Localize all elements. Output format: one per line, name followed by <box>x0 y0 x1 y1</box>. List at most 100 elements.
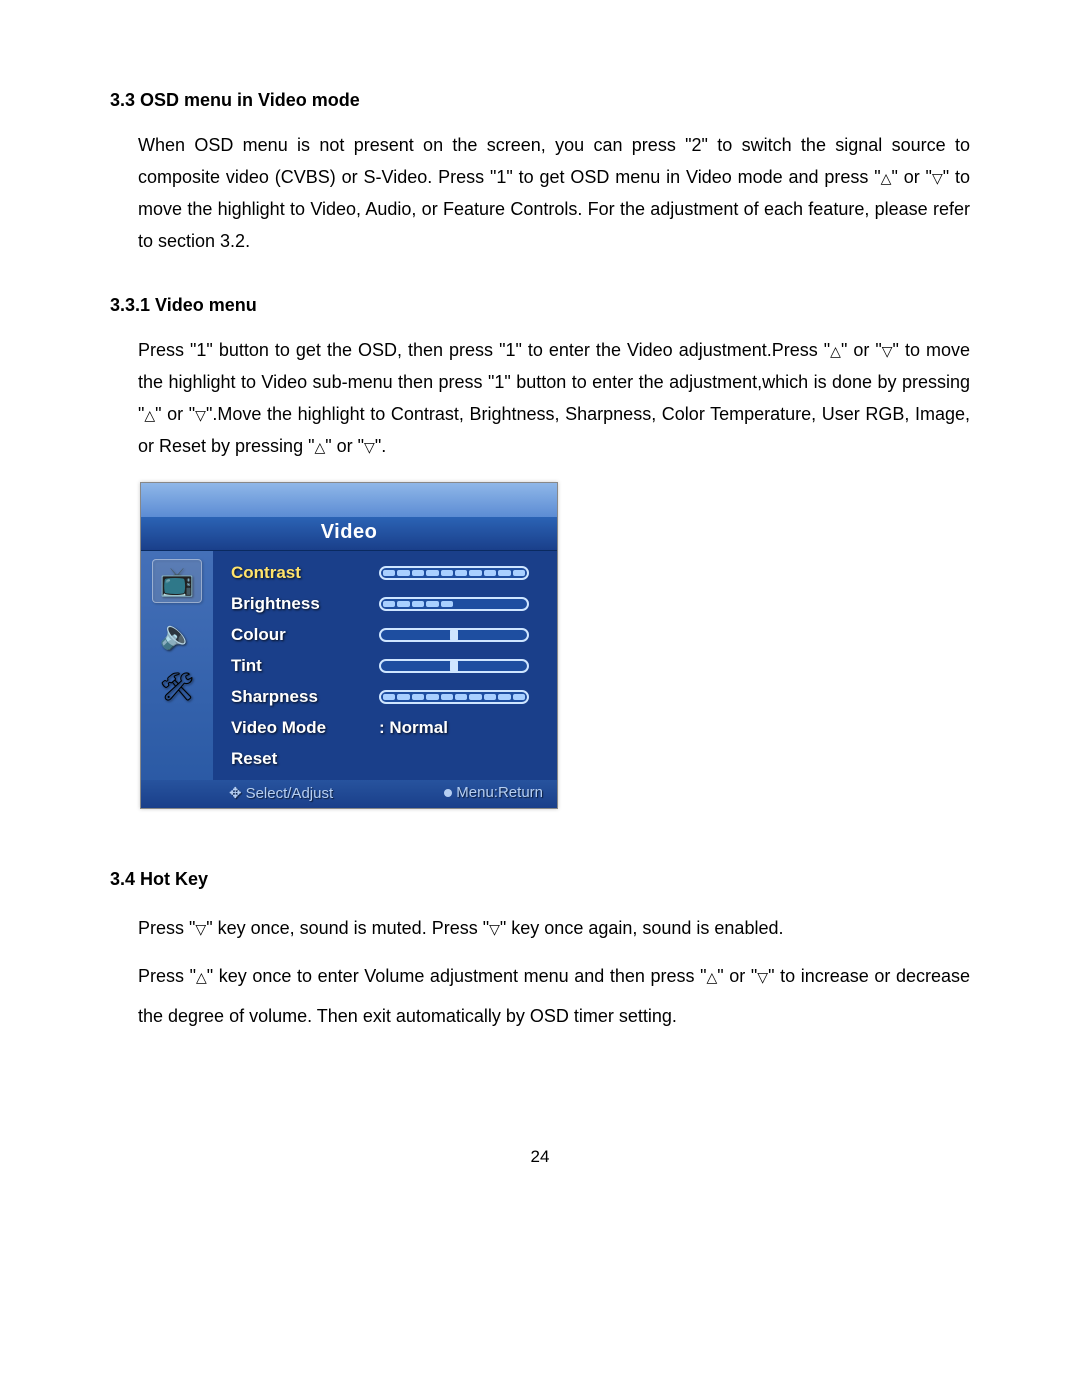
text: Select/Adjust <box>246 785 334 802</box>
osd-menu-item[interactable]: Video Mode: Normal <box>231 712 543 743</box>
osd-menu-label: Reset <box>231 749 379 769</box>
text: " key once, sound is muted. Press " <box>206 918 489 938</box>
triangle-down-icon: ▽ <box>932 171 943 185</box>
osd-menu-item[interactable]: Tint <box>231 650 543 681</box>
text: When OSD menu is not present on the scre… <box>138 135 970 187</box>
slider-segment <box>513 601 525 607</box>
triangle-down-icon: ▽ <box>757 970 768 984</box>
osd-menu-label: Tint <box>231 656 379 676</box>
slider-segment <box>412 601 424 607</box>
osd-slider[interactable] <box>379 597 529 611</box>
osd-menu-item[interactable]: Reset <box>231 743 543 774</box>
slider-segment <box>426 601 438 607</box>
nav-cross-icon: ✥ <box>229 785 242 802</box>
osd-menu-item[interactable]: Brightness <box>231 588 543 619</box>
osd-menu-item[interactable]: Contrast <box>231 557 543 588</box>
text: " key once to enter Volume adjustment me… <box>207 966 707 986</box>
slider-segment <box>455 694 467 700</box>
osd-menu-value <box>379 690 543 704</box>
triangle-down-icon: ▽ <box>195 408 206 422</box>
text: ". <box>375 436 386 456</box>
text: " or " <box>891 167 932 187</box>
slider-segment <box>383 694 395 700</box>
osd-slider[interactable] <box>379 690 529 704</box>
triangle-down-icon: ▽ <box>489 922 500 936</box>
slider-segment <box>426 570 438 576</box>
slider-segment <box>397 570 409 576</box>
slider-segment <box>397 601 409 607</box>
osd-menu-value <box>379 628 543 642</box>
triangle-up-icon: △ <box>144 408 155 422</box>
text: " or " <box>717 966 757 986</box>
osd-sidebar: 📺 🔈 🛠 <box>141 551 213 780</box>
osd-screenshot: Video 📺 🔈 🛠 Contrast Brightness Colour Tint Sh… <box>140 482 558 809</box>
osd-slider[interactable] <box>379 628 529 642</box>
triangle-up-icon: △ <box>830 344 841 358</box>
text: " or " <box>841 340 882 360</box>
page-number: 24 <box>0 1147 1080 1167</box>
text: Menu:Return <box>456 784 543 801</box>
slider-segment <box>441 601 453 607</box>
osd-menu-item[interactable]: Colour <box>231 619 543 650</box>
slider-segment <box>383 601 395 607</box>
slider-segment <box>383 570 395 576</box>
slider-segment <box>484 694 496 700</box>
triangle-up-icon: △ <box>707 970 718 984</box>
slider-segment <box>441 694 453 700</box>
slider-segment <box>498 570 510 576</box>
slider-segment <box>469 570 481 576</box>
slider-segment <box>441 570 453 576</box>
osd-footer-left: ✥Select/Adjust <box>229 784 333 802</box>
feature-icon[interactable]: 🛠 <box>153 665 201 707</box>
osd-menu-label: Contrast <box>231 563 379 583</box>
slider-segment <box>498 694 510 700</box>
osd-header: Video <box>141 517 557 551</box>
osd-footer: ✥Select/Adjust Menu:Return <box>141 780 557 808</box>
osd-menu-label: Colour <box>231 625 379 645</box>
text: Press " <box>138 918 195 938</box>
osd-footer-right: Menu:Return <box>444 784 543 802</box>
osd-menu-value: : Normal <box>379 718 543 738</box>
slider-thumb[interactable] <box>450 629 458 641</box>
slider-thumb[interactable] <box>450 660 458 672</box>
triangle-up-icon: △ <box>196 970 207 984</box>
osd-menu-value <box>379 597 543 611</box>
slider-segment <box>455 570 467 576</box>
text: Press "1" button to get the OSD, then pr… <box>138 340 830 360</box>
para-3-3: When OSD menu is not present on the scre… <box>138 129 970 257</box>
slider-segment <box>469 601 481 607</box>
slider-segment <box>426 694 438 700</box>
slider-segment <box>513 570 525 576</box>
osd-body: 📺 🔈 🛠 Contrast Brightness Colour Tint Sharpnes… <box>141 551 557 780</box>
slider-segment <box>397 694 409 700</box>
manual-page: 3.3 OSD menu in Video mode When OSD menu… <box>0 0 1080 1397</box>
text: " key once again, sound is enabled. <box>500 918 784 938</box>
slider-segment <box>455 601 467 607</box>
triangle-down-icon: ▽ <box>195 922 206 936</box>
slider-segment <box>412 694 424 700</box>
osd-menu-label: Brightness <box>231 594 379 614</box>
osd-menu-item[interactable]: Sharpness <box>231 681 543 712</box>
dot-icon <box>444 789 452 797</box>
osd-slider[interactable] <box>379 659 529 673</box>
text: Press " <box>138 966 196 986</box>
slider-segment <box>469 694 481 700</box>
audio-icon[interactable]: 🔈 <box>153 613 201 655</box>
osd-slider[interactable] <box>379 566 529 580</box>
triangle-down-icon: ▽ <box>882 344 893 358</box>
video-icon[interactable]: 📺 <box>152 559 202 603</box>
heading-3-4: 3.4 Hot Key <box>110 869 970 890</box>
slider-segment <box>484 601 496 607</box>
text: ".Move the highlight to Contrast, Bright… <box>138 404 970 456</box>
para-3-4-1: Press "▽" key once, sound is muted. Pres… <box>138 908 970 948</box>
slider-segment <box>498 601 510 607</box>
osd-menu-label: Video Mode <box>231 718 379 738</box>
para-3-3-1: Press "1" button to get the OSD, then pr… <box>138 334 970 462</box>
slider-segment <box>484 570 496 576</box>
osd-titlebar <box>141 483 557 517</box>
triangle-up-icon: △ <box>881 171 892 185</box>
osd-menu-value <box>379 659 543 673</box>
para-3-4-2: Press "△" key once to enter Volume adjus… <box>138 956 970 1036</box>
osd-value-text: : Normal <box>379 718 448 738</box>
text: " or " <box>325 436 364 456</box>
